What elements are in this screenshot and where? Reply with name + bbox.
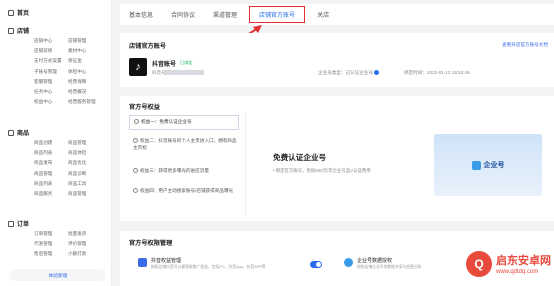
rights-card: 官方号权益 权益一：免费认证企业号 权益二：抖音账号的个人主页进入口，拥有商品主… xyxy=(120,96,554,221)
sidebar-item[interactable]: 商品列表 xyxy=(34,150,68,156)
sidebar-item[interactable]: 代发管理 xyxy=(34,241,68,247)
tab-close-store[interactable]: 关店 xyxy=(308,4,338,25)
bind-time: 绑定时间：2022-01-12 15:53:45 xyxy=(404,70,470,75)
sidebar-item[interactable]: 权益中心 xyxy=(34,99,68,105)
account-id-masked xyxy=(164,70,204,75)
sidebar-item[interactable]: 商品管理 xyxy=(68,191,102,197)
tab-basic-info[interactable]: 基本信息 xyxy=(120,4,162,25)
tab-official-account[interactable]: 店铺官方账号 xyxy=(249,6,306,23)
sidebar-item[interactable]: 经营服务管理 xyxy=(68,99,102,105)
product-icon xyxy=(8,129,14,136)
official-account-card: 店铺官方账号 查看抖店官方账号文档 ♪ 抖音账号 已绑定 抖音号： 企业号类型：… xyxy=(120,33,554,87)
watermark-title: 启东安卓网 xyxy=(496,255,551,267)
sidebar-item[interactable]: 经营保障 xyxy=(68,79,102,85)
sidebar-item[interactable]: 子账号管理 xyxy=(34,69,68,75)
sidebar: 首页 店铺 店铺中心 店铺管理 店铺装修 素材中心 支付方式设置 保证金 子账号… xyxy=(0,0,112,286)
tab-contract[interactable]: 合同协议 xyxy=(162,4,204,25)
sidebar-product-items: 商品创建 商品管理 商品列表 商品体检 商品发布 商品优化 商品管理 商品诊断 … xyxy=(34,140,102,197)
permission-icon xyxy=(138,258,147,267)
permission-item-1: 抖音权益管理 授权店铺抖音号以便获取推广权益，包括PC，抖音App，抖音APP等 xyxy=(138,257,266,270)
sidebar-item[interactable]: 支付方式设置 xyxy=(34,58,68,64)
enterprise-promo-image: 企业号 xyxy=(434,134,542,196)
sidebar-item[interactable]: 任务中心 xyxy=(34,89,68,95)
sidebar-item[interactable]: 店铺装修 xyxy=(34,48,68,54)
sidebar-item[interactable]: 店铺中心 xyxy=(34,38,68,44)
sidebar-home[interactable]: 首页 xyxy=(8,8,29,17)
sidebar-item[interactable]: 商品列表 xyxy=(34,181,68,187)
sidebar-item[interactable]: 商品体检 xyxy=(68,150,102,156)
rights-icon xyxy=(133,188,138,194)
bound-badge: 已绑定 xyxy=(180,59,193,65)
tab-bar: 基本信息 合同协议 渠道管理 店铺官方账号 关店 xyxy=(120,4,554,25)
sidebar-item[interactable]: 商品诊断 xyxy=(68,171,102,177)
sidebar-item[interactable]: 商品管理 xyxy=(68,140,102,146)
sidebar-item[interactable]: 商品管理 xyxy=(34,171,68,177)
tab-channel[interactable]: 渠道管理 xyxy=(204,4,246,25)
sidebar-item[interactable]: 评价管理 xyxy=(68,241,102,247)
sidebar-item[interactable]: 批量发货 xyxy=(68,231,102,237)
sidebar-product-header[interactable]: 商品 xyxy=(8,128,29,137)
sidebar-item[interactable]: 商品发布 xyxy=(34,160,68,166)
permission-item-2: 企业号数据授权 授权店铺企业号的数据共享与经营分析 xyxy=(344,257,422,270)
verified-check-icon xyxy=(374,70,380,76)
order-icon xyxy=(8,220,14,227)
sidebar-item[interactable]: 经营概况 xyxy=(68,89,102,95)
sidebar-footer-button[interactable]: 体验新版 xyxy=(10,269,106,281)
enterprise-logo-icon xyxy=(471,160,481,170)
free-verify-desc: • 绑定官方账号，免除600元/年企业号蓝V认证费用 xyxy=(273,168,371,173)
sidebar-item[interactable]: 保证金 xyxy=(68,58,102,64)
free-verify-title: 免费认证企业号 xyxy=(273,153,327,162)
rights-item-3[interactable]: 权益三：获得更多曝光的进店流量 xyxy=(129,168,239,175)
sidebar-item[interactable]: 商品优化 xyxy=(68,160,102,166)
data-auth-icon xyxy=(344,258,353,267)
sidebar-order-items: 订单管理 批量发货 代发管理 评价管理 售后管理 小额打款 xyxy=(34,231,102,257)
sidebar-item[interactable]: 商品创建 xyxy=(34,140,68,146)
rights-item-2[interactable]: 权益二：抖音账号的个人主页进入口，拥有商品主页权 xyxy=(129,138,239,151)
watermark-url: www.qdtdq.com xyxy=(496,269,539,275)
home-icon xyxy=(8,9,14,16)
douyin-logo-icon: ♪ xyxy=(129,58,147,76)
sidebar-item[interactable]: 素材中心 xyxy=(68,48,102,54)
watermark: Q 启东安卓网 www.qdtdq.com xyxy=(466,249,554,283)
rights-item-4[interactable]: 权益四：用户主动搜索账号/店铺获得商品曝光 xyxy=(129,188,239,195)
store-icon xyxy=(8,27,14,34)
sidebar-item[interactable]: 商品服务 xyxy=(34,191,68,197)
section-title-account: 店铺官方账号 xyxy=(129,43,167,50)
account-name: 抖音账号 xyxy=(152,62,177,68)
sidebar-order-header[interactable]: 订单 xyxy=(8,219,29,228)
sidebar-item[interactable]: 体检中心 xyxy=(68,69,102,75)
rights-icon xyxy=(133,138,138,144)
help-doc-link[interactable]: 查看抖店官方账号文档 xyxy=(502,42,548,48)
sidebar-item[interactable]: 商品工具 xyxy=(68,181,102,187)
sidebar-item[interactable]: 客服管理 xyxy=(34,79,68,85)
watermark-logo-icon: Q xyxy=(466,251,492,277)
section-title-rights: 官方号权益 xyxy=(129,104,160,111)
rights-divider xyxy=(245,112,246,216)
sidebar-item[interactable]: 店铺管理 xyxy=(68,38,102,44)
sidebar-store-items: 店铺中心 店铺管理 店铺装修 素材中心 支付方式设置 保证金 子账号管理 体检中… xyxy=(34,38,102,105)
sidebar-item[interactable]: 售后管理 xyxy=(34,251,68,257)
sidebar-store-header[interactable]: 店铺 xyxy=(8,26,29,35)
section-title-manage: 官方号权限管理 xyxy=(129,240,173,247)
rights-item-1[interactable]: 权益一：免费认证企业号 xyxy=(129,115,239,130)
sidebar-item[interactable]: 小额打款 xyxy=(68,251,102,257)
sidebar-item[interactable]: 订单管理 xyxy=(34,231,68,237)
rights-icon xyxy=(133,168,138,174)
rights-icon xyxy=(134,119,139,125)
account-type: 企业号类型：已认证企业号 xyxy=(318,70,380,76)
permission-toggle-1[interactable] xyxy=(310,261,322,268)
